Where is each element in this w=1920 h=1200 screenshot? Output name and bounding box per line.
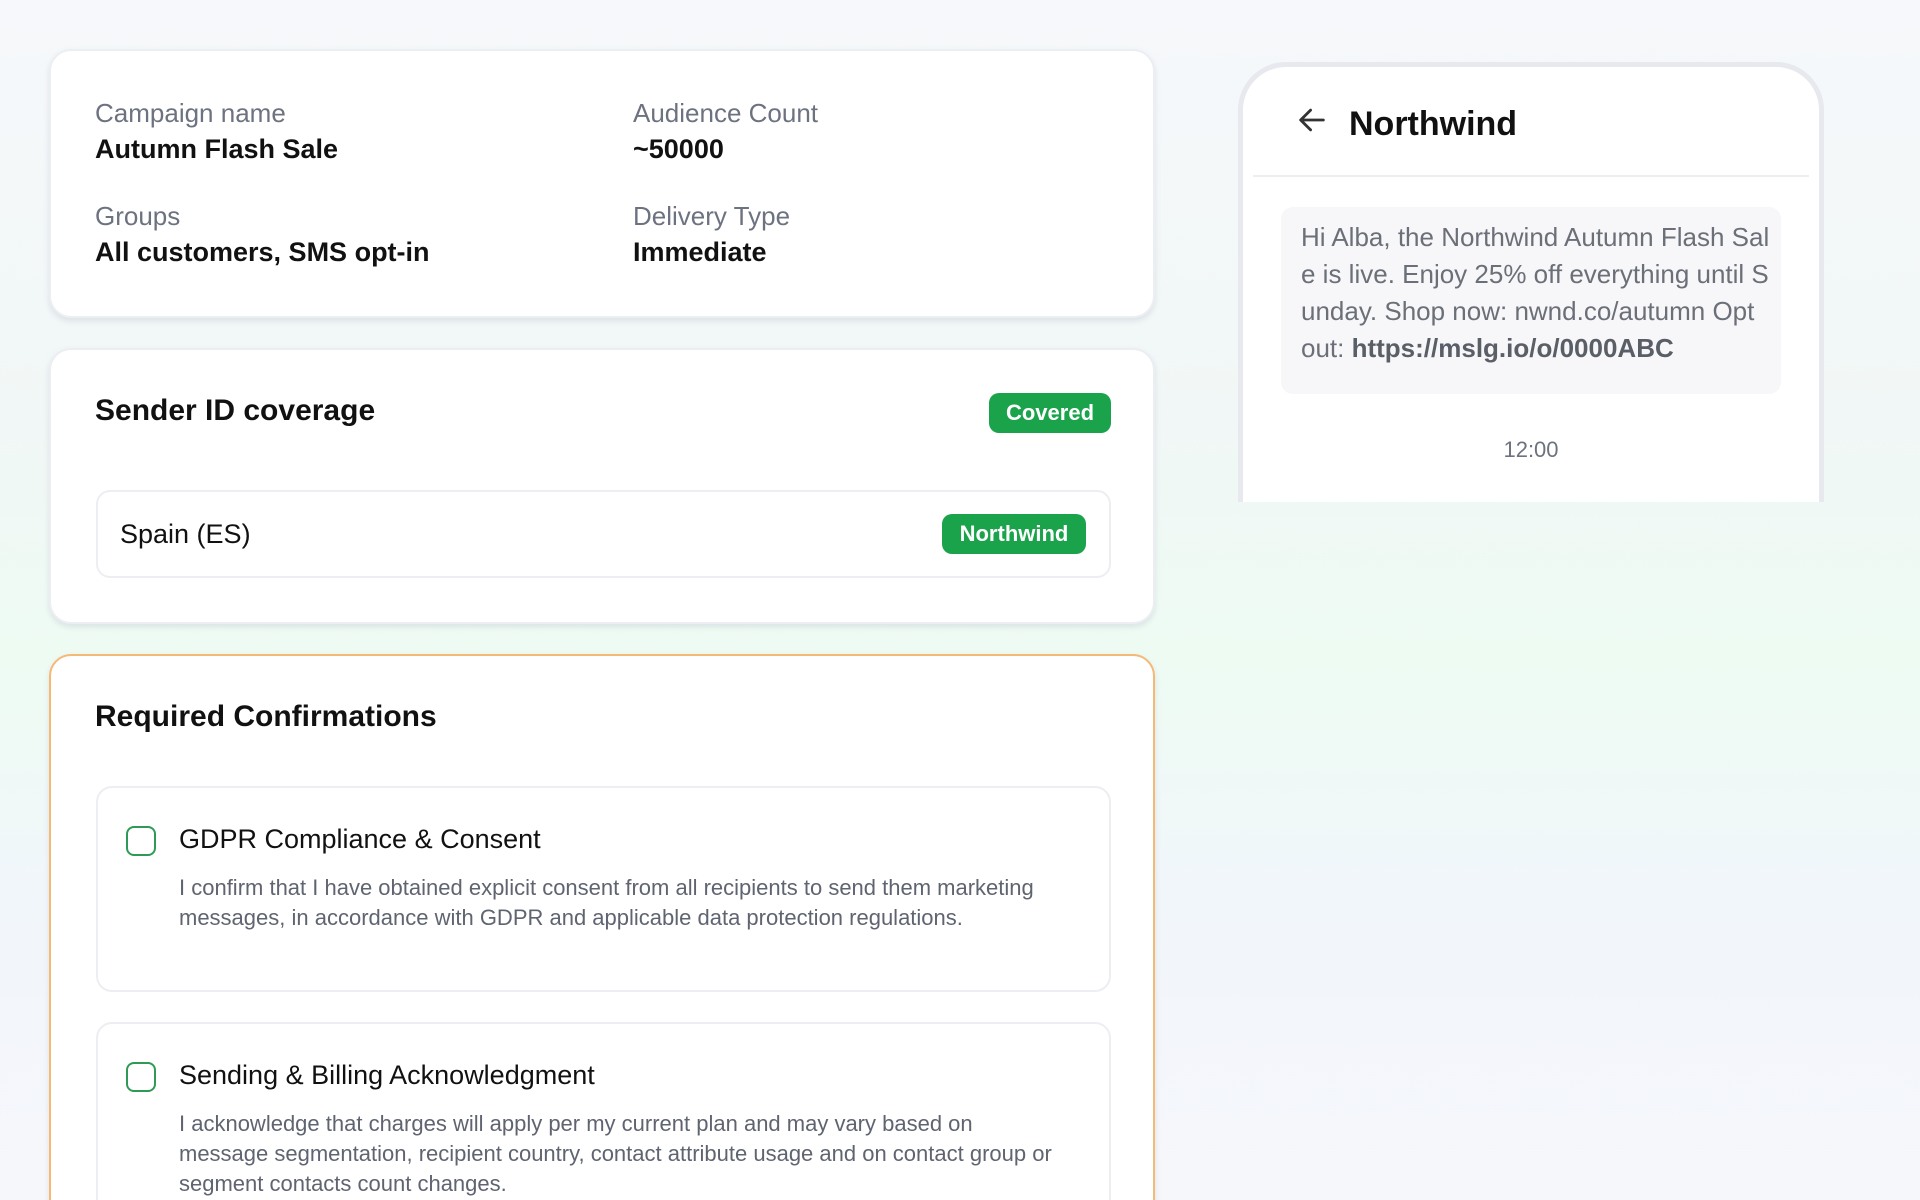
confirmation-gdpr[interactable]: GDPR Compliance & Consent I confirm that… — [96, 786, 1111, 992]
audience-count-value: ~50000 — [633, 134, 724, 164]
billing-checkbox[interactable] — [126, 1062, 156, 1092]
message-text: Hi Alba, the Northwind Autumn Flash Sale… — [1301, 219, 1771, 367]
country-row: Spain (ES) Northwind — [96, 490, 1111, 578]
billing-description: I acknowledge that charges will apply pe… — [179, 1111, 1052, 1196]
country-name: Spain (ES) — [120, 519, 251, 549]
required-confirmations-card: Required Confirmations GDPR Compliance &… — [49, 654, 1155, 1200]
delivery-type-value: Immediate — [633, 237, 767, 267]
sender-id-coverage-card: Sender ID coverage Covered Spain (ES) No… — [49, 348, 1155, 624]
billing-title: Sending & Billing Acknowledgment — [179, 1060, 595, 1090]
confirmations-title: Required Confirmations — [95, 700, 437, 733]
message-bubble: Hi Alba, the Northwind Autumn Flash Sale… — [1281, 207, 1781, 394]
gdpr-checkbox[interactable] — [126, 826, 156, 856]
gdpr-description: I confirm that I have obtained explicit … — [179, 875, 1034, 930]
arrow-left-icon[interactable] — [1295, 103, 1329, 137]
message-time: 12:00 — [1503, 437, 1559, 462]
gdpr-title: GDPR Compliance & Consent — [179, 824, 541, 854]
campaign-name-value: Autumn Flash Sale — [95, 134, 339, 164]
opt-out-link[interactable]: https://mslg.io/o/0000ABC — [1352, 333, 1674, 363]
groups-value: All customers, SMS opt-in — [95, 237, 430, 267]
confirmation-billing[interactable]: Sending & Billing Acknowledgment I ackno… — [96, 1022, 1111, 1200]
campaign-summary-card: Campaign name Autumn Flash Sale Audience… — [49, 49, 1155, 318]
coverage-status-badge: Covered — [989, 393, 1111, 433]
preview-sender-name: Northwind — [1349, 105, 1518, 143]
audience-count-label: Audience Count — [633, 98, 819, 128]
sender-coverage-title: Sender ID coverage — [95, 394, 376, 427]
groups-label: Groups — [95, 201, 181, 231]
phone-header: Northwind — [1253, 67, 1809, 177]
sms-preview-phone: Northwind Hi Alba, the Northwind Autumn … — [1238, 62, 1824, 502]
delivery-type-label: Delivery Type — [633, 201, 791, 231]
sender-id-badge: Northwind — [942, 514, 1086, 554]
campaign-name-label: Campaign name — [95, 98, 286, 128]
